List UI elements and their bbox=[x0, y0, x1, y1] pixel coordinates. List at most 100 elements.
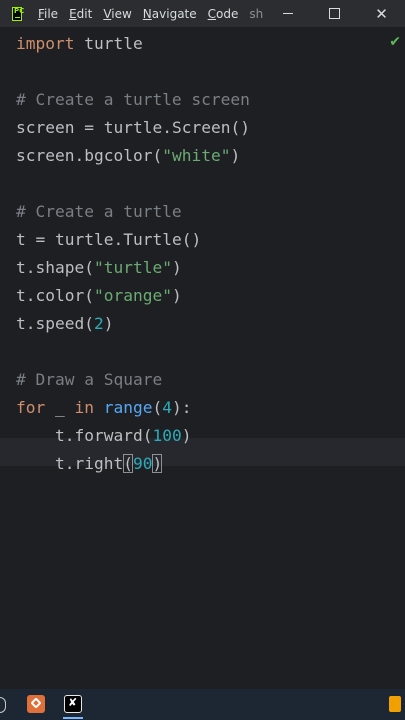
menu-code-label: ode bbox=[216, 6, 239, 21]
paren-token: ( bbox=[84, 314, 94, 333]
code-line-4[interactable]: screen = turtle.Screen() bbox=[16, 114, 250, 142]
orange-app-icon[interactable] bbox=[27, 695, 45, 713]
menu-file-label: ile bbox=[44, 6, 59, 21]
title-menu-bar: File Edit View Navigate Code shor ✕ bbox=[0, 0, 405, 27]
close-icon: ✕ bbox=[375, 4, 388, 23]
keyword-token: for bbox=[16, 398, 46, 417]
paren-token: ( bbox=[142, 426, 153, 445]
paren-token: ) bbox=[181, 426, 192, 445]
identifier-token: t bbox=[16, 286, 26, 305]
dot-token: . bbox=[25, 258, 36, 277]
identifier-token: screen bbox=[16, 146, 75, 165]
keyword-token: import bbox=[16, 34, 75, 53]
code-line-14[interactable]: for _ in range(4): bbox=[16, 394, 191, 422]
tray-icon[interactable] bbox=[389, 696, 401, 712]
menu-edit[interactable]: Edit bbox=[69, 7, 92, 21]
paren-token: () bbox=[181, 230, 202, 249]
builtin-function-token: range bbox=[103, 398, 153, 417]
menu-navigate[interactable]: Navigate bbox=[143, 7, 197, 21]
paren-token: ) bbox=[230, 146, 241, 165]
identifier-token: screen bbox=[16, 118, 75, 137]
ide-window: File Edit View Navigate Code shor ✕ ✔ im… bbox=[0, 0, 405, 720]
maximize-icon bbox=[329, 8, 340, 19]
menu-edit-label: dit bbox=[76, 6, 93, 21]
pycharm-logo-icon[interactable] bbox=[12, 6, 24, 21]
comment-token: # Draw a Square bbox=[16, 370, 163, 389]
comment-token: # Create a turtle screen bbox=[16, 90, 250, 109]
minimize-button[interactable] bbox=[264, 0, 311, 27]
string-token: "white" bbox=[162, 146, 231, 165]
check-icon[interactable]: ✔ bbox=[389, 34, 401, 50]
menu-navigate-mnemonic: N bbox=[142, 6, 152, 21]
identifier-token: _ bbox=[45, 398, 75, 417]
method-token: color bbox=[35, 286, 85, 305]
identifier-token: t bbox=[16, 258, 26, 277]
project-name-label[interactable]: shor bbox=[249, 7, 264, 21]
dot-token: . bbox=[74, 146, 85, 165]
number-token: 2 bbox=[93, 314, 104, 333]
search-icon[interactable] bbox=[0, 697, 6, 713]
paren-token: ) bbox=[103, 314, 114, 333]
method-token: bgcolor bbox=[84, 146, 153, 165]
dot-token: . bbox=[113, 230, 124, 249]
code-line-5[interactable]: screen.bgcolor("white") bbox=[16, 142, 240, 170]
menu-code[interactable]: Code bbox=[208, 7, 239, 21]
menu-navigate-label: avigate bbox=[151, 6, 197, 21]
comment-token: # Create a turtle bbox=[16, 202, 182, 221]
maximize-button[interactable] bbox=[311, 0, 358, 27]
code-editor[interactable]: ✔ import turtle # Create a turtle screen… bbox=[0, 27, 405, 689]
paren-token: ( bbox=[152, 398, 163, 417]
identifier-token: t bbox=[54, 426, 65, 445]
paren-token: ) bbox=[171, 286, 182, 305]
string-token: "turtle" bbox=[93, 258, 172, 277]
code-line-9[interactable]: t.shape("turtle") bbox=[16, 254, 182, 282]
menu-view-label: iew bbox=[111, 6, 132, 21]
matched-paren-token: ( bbox=[123, 454, 133, 473]
paren-token: ( bbox=[84, 258, 94, 277]
class-token: Screen bbox=[171, 118, 231, 137]
method-token: shape bbox=[35, 258, 85, 277]
code-line-13[interactable]: # Draw a Square bbox=[16, 366, 162, 394]
paren-token: ) bbox=[171, 258, 182, 277]
method-token: speed bbox=[35, 314, 85, 333]
code-line-11[interactable]: t.speed(2) bbox=[16, 310, 113, 338]
number-token: 4 bbox=[162, 398, 172, 417]
code-line-7[interactable]: # Create a turtle bbox=[16, 198, 182, 226]
number-token: 90 bbox=[132, 454, 153, 473]
code-line-15[interactable]: t.forward(100) bbox=[16, 422, 191, 450]
number-token: 100 bbox=[152, 426, 182, 445]
menu-file[interactable]: File bbox=[38, 7, 58, 21]
operator-token: = bbox=[74, 118, 104, 137]
indent-token bbox=[16, 426, 55, 445]
identifier-token: t bbox=[16, 230, 26, 249]
operator-token: = bbox=[25, 230, 55, 249]
minimize-icon bbox=[282, 13, 293, 14]
window-controls: ✕ bbox=[264, 0, 405, 27]
method-token: right bbox=[74, 454, 124, 473]
code-line-1[interactable]: import turtle bbox=[16, 30, 143, 58]
paren-token: ( bbox=[152, 146, 163, 165]
taskbar bbox=[0, 689, 405, 720]
dot-token: . bbox=[25, 286, 36, 305]
menu-code-mnemonic: C bbox=[207, 6, 217, 21]
code-line-8[interactable]: t = turtle.Turtle() bbox=[16, 226, 201, 254]
keyword-token: in bbox=[74, 398, 95, 417]
paren-token: () bbox=[230, 118, 250, 137]
dot-token: . bbox=[25, 314, 36, 333]
identifier-token: turtle bbox=[103, 118, 163, 137]
indent-token bbox=[16, 454, 55, 473]
class-token: Turtle bbox=[123, 230, 182, 249]
string-token: "orange" bbox=[93, 286, 172, 305]
code-line-16[interactable]: t.right(90) bbox=[16, 450, 163, 478]
dot-token: . bbox=[162, 118, 172, 137]
identifier-token: t bbox=[54, 454, 65, 473]
code-line-3[interactable]: # Create a turtle screen bbox=[16, 86, 250, 114]
code-line-10[interactable]: t.color("orange") bbox=[16, 282, 182, 310]
menu-view[interactable]: View bbox=[103, 7, 131, 21]
active-app-indicator bbox=[63, 717, 83, 719]
identifier-token: t bbox=[16, 314, 26, 333]
identifier-token: turtle bbox=[55, 230, 114, 249]
capcut-app-icon[interactable] bbox=[64, 695, 82, 713]
close-button[interactable]: ✕ bbox=[358, 0, 405, 27]
